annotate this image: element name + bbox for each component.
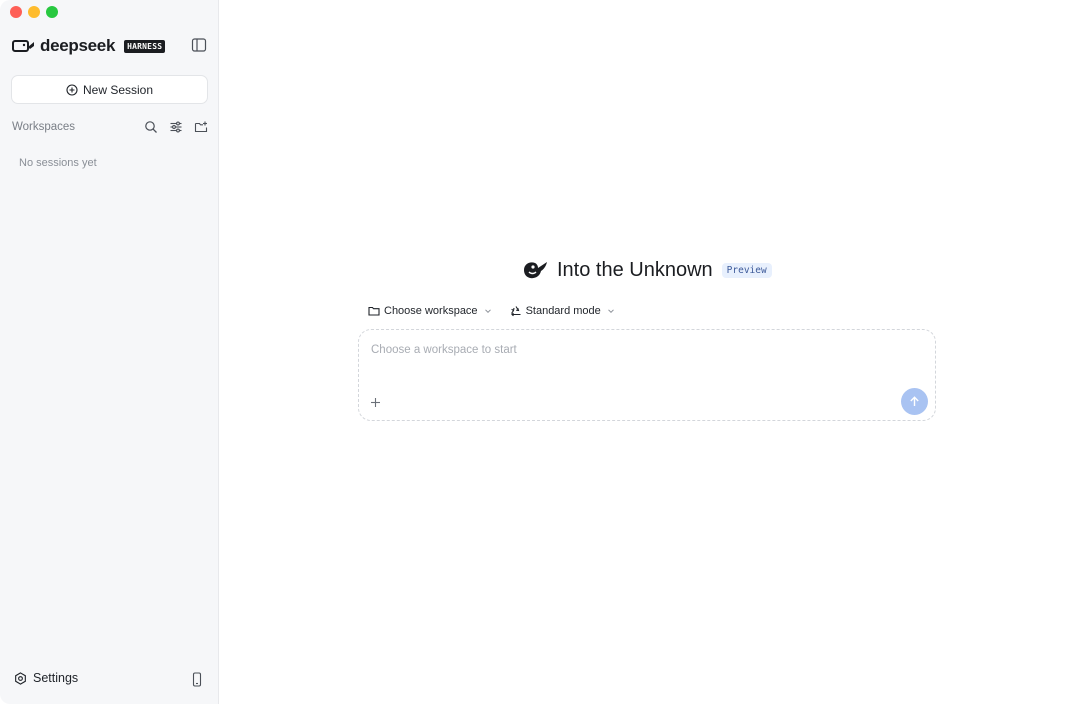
plus-circle-icon	[66, 83, 78, 96]
search-icon[interactable]	[144, 120, 158, 134]
sidebar: deepseek HARNESS New Session Workspaces	[0, 0, 219, 704]
send-button[interactable]	[901, 388, 928, 415]
empty-sessions-text: No sessions yet	[19, 157, 97, 169]
workspaces-label: Workspaces	[12, 121, 76, 133]
hero: Into the Unknown Preview	[521, 258, 772, 282]
window-controls	[10, 6, 58, 18]
filter-sliders-icon[interactable]	[169, 120, 183, 134]
app-window: deepseek HARNESS New Session Workspaces	[0, 0, 1080, 704]
brand-name: deepseek	[40, 36, 116, 55]
preview-badge: Preview	[721, 262, 772, 278]
chevron-down-icon	[607, 307, 615, 315]
new-session-button[interactable]: New Session	[11, 75, 208, 104]
workspace-selector[interactable]: Choose workspace	[368, 305, 492, 317]
new-folder-icon[interactable]	[194, 120, 208, 134]
composer-selectors: Choose workspace Standard mode	[368, 305, 615, 317]
close-window-button[interactable]	[10, 6, 22, 18]
workspace-selector-label: Choose workspace	[384, 305, 478, 317]
whale-logo-icon	[521, 258, 549, 282]
new-session-label: New Session	[82, 82, 154, 97]
maximize-window-button[interactable]	[46, 6, 58, 18]
hero-title: Into the Unknown	[557, 258, 713, 281]
mode-selector[interactable]: Standard mode	[510, 305, 615, 317]
gear-icon	[14, 671, 27, 685]
phone-icon[interactable]	[191, 672, 203, 687]
chevron-down-icon	[484, 307, 492, 315]
composer-box	[358, 329, 936, 421]
recycle-icon	[510, 305, 522, 317]
workspaces-header: Workspaces	[12, 118, 208, 136]
plus-icon[interactable]	[369, 396, 382, 409]
prompt-input[interactable]	[371, 344, 911, 356]
main-panel: Into the Unknown Preview Choose workspac…	[219, 0, 1080, 704]
minimize-window-button[interactable]	[28, 6, 40, 18]
whale-logo-icon	[12, 37, 36, 55]
mode-selector-label: Standard mode	[525, 305, 601, 317]
workspaces-tools	[144, 120, 208, 134]
brand: deepseek HARNESS	[12, 36, 166, 56]
brand-badge: HARNESS	[124, 39, 166, 53]
settings-label: Settings	[33, 671, 79, 685]
arrow-up-icon	[908, 395, 921, 408]
settings-button[interactable]: Settings	[14, 671, 78, 685]
folder-icon	[368, 305, 380, 317]
sidebar-toggle-icon[interactable]	[191, 37, 207, 53]
